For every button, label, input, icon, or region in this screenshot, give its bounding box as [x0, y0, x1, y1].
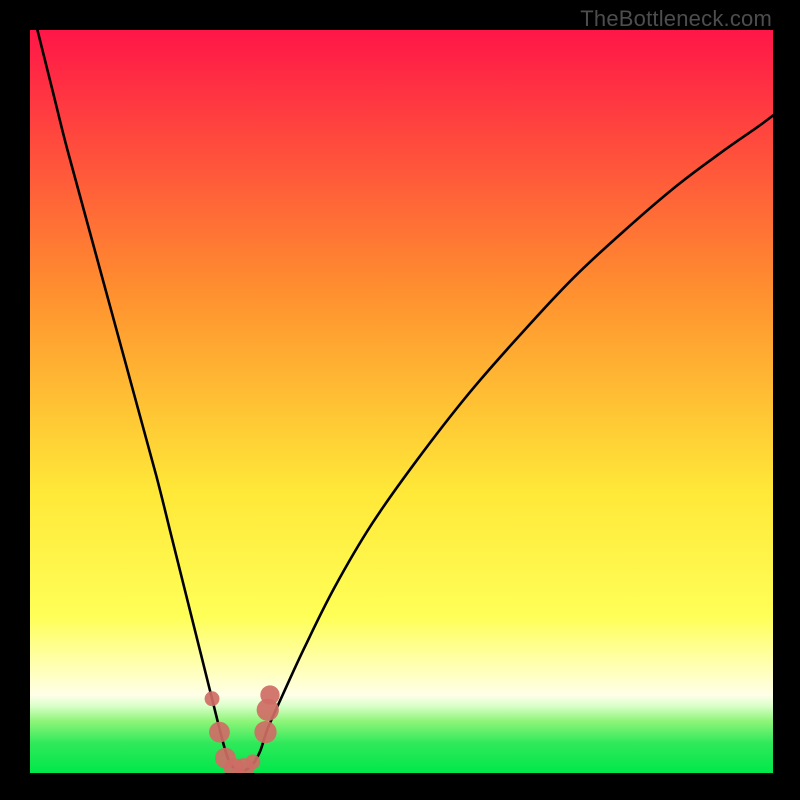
curve-marker: [260, 685, 279, 704]
chart-svg: [30, 30, 773, 773]
curve-marker: [254, 721, 276, 743]
curve-marker: [205, 691, 220, 706]
bottleneck-curve: [37, 30, 773, 771]
plot-area: [30, 30, 773, 773]
curve-markers: [205, 685, 280, 773]
curve-marker: [245, 754, 260, 769]
watermark-text: TheBottleneck.com: [580, 6, 772, 32]
curve-marker: [209, 722, 230, 743]
chart-frame: TheBottleneck.com: [0, 0, 800, 800]
